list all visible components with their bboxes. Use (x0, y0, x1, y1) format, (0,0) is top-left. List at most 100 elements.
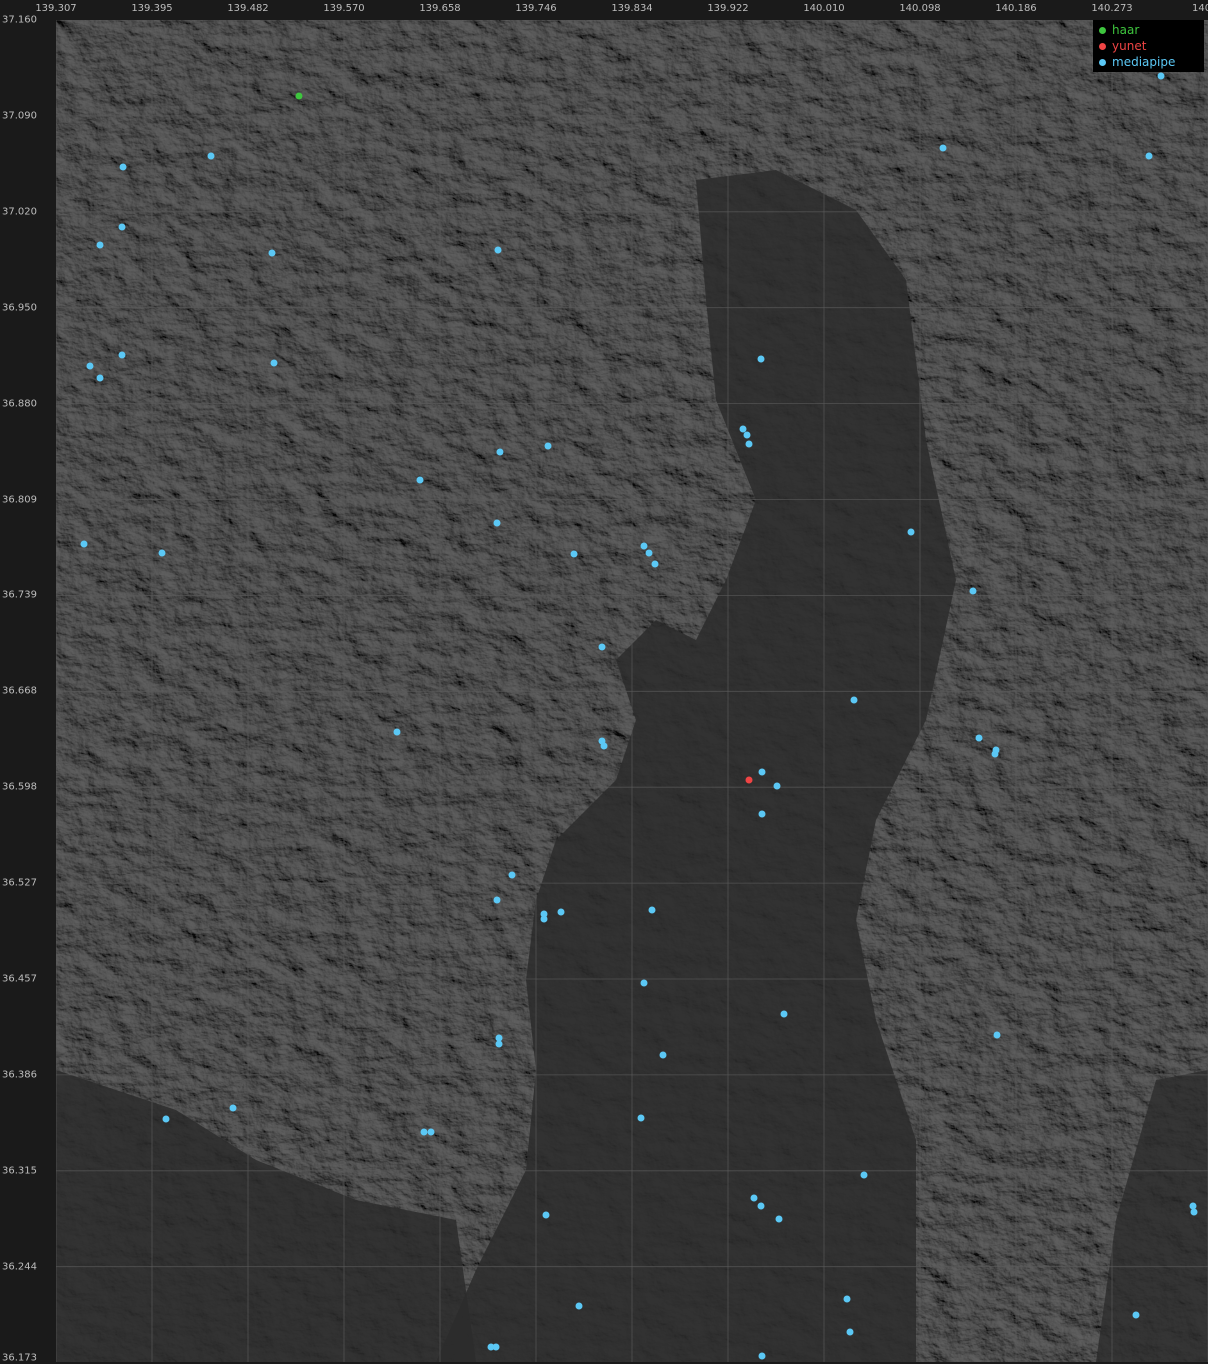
legend-item-mediapipe[interactable]: mediapipe (1097, 54, 1200, 70)
marker-mediapipe[interactable] (745, 440, 753, 448)
marker-mediapipe[interactable] (96, 374, 104, 382)
marker-mediapipe[interactable] (268, 249, 276, 257)
latitude-tick-label: 36.386 (2, 1069, 37, 1081)
marker-mediapipe[interactable] (158, 549, 166, 557)
legend: haar yunet mediapipe (1093, 20, 1204, 72)
marker-mediapipe[interactable] (850, 696, 858, 704)
marker-haar[interactable] (295, 92, 303, 100)
marker-yunet[interactable] (745, 776, 753, 784)
latitude-tick-label: 36.809 (2, 494, 37, 505)
latitude-tick-label: 37.020 (2, 206, 37, 218)
longitude-tick-label: 140.098 (899, 3, 941, 14)
marker-mediapipe[interactable] (495, 1040, 503, 1048)
marker-mediapipe[interactable] (598, 643, 606, 651)
marker-mediapipe[interactable] (659, 1051, 667, 1059)
legend-dot-haar (1099, 26, 1106, 34)
marker-mediapipe[interactable] (843, 1295, 851, 1303)
longitude-tick-label: 139.482 (227, 3, 269, 14)
legend-label-mediapipe: mediapipe (1112, 55, 1176, 69)
marker-mediapipe[interactable] (229, 1104, 237, 1112)
longitude-tick-label: 139.307 (35, 3, 77, 14)
marker-mediapipe[interactable] (939, 144, 947, 152)
latitude-tick-label: 36.527 (2, 877, 37, 889)
marker-mediapipe[interactable] (758, 1352, 766, 1360)
latitude-tick-label: 36.739 (2, 589, 37, 601)
legend-label-haar: haar (1112, 23, 1140, 37)
marker-mediapipe[interactable] (640, 979, 648, 987)
marker-mediapipe[interactable] (645, 549, 653, 557)
marker-mediapipe[interactable] (975, 734, 983, 742)
latitude-tick-label: 36.950 (2, 302, 37, 314)
legend-item-yunet[interactable]: yunet (1097, 38, 1200, 54)
longitude-tick-label: 139.922 (707, 3, 749, 14)
marker-mediapipe[interactable] (270, 359, 278, 367)
marker-mediapipe[interactable] (780, 1010, 788, 1018)
latitude-tick-label: 36.598 (2, 781, 37, 793)
marker-mediapipe[interactable] (758, 810, 766, 818)
latitude-tick-label: 36.315 (2, 1165, 37, 1177)
marker-mediapipe[interactable] (119, 163, 127, 171)
marker-mediapipe[interactable] (416, 476, 424, 484)
longitude-tick-label: 139.658 (419, 3, 461, 14)
marker-mediapipe[interactable] (600, 742, 608, 750)
latitude-tick-label: 37.090 (2, 110, 37, 122)
marker-mediapipe[interactable] (758, 768, 766, 776)
marker-mediapipe[interactable] (207, 152, 215, 160)
graticule (56, 20, 1208, 1362)
marker-mediapipe[interactable] (1157, 72, 1165, 80)
marker-mediapipe[interactable] (743, 431, 751, 439)
marker-mediapipe[interactable] (80, 540, 88, 548)
marker-mediapipe[interactable] (773, 782, 781, 790)
latitude-tick-label: 37.160 (2, 14, 37, 26)
marker-mediapipe[interactable] (544, 442, 552, 450)
marker-mediapipe[interactable] (750, 1194, 758, 1202)
marker-mediapipe[interactable] (1145, 152, 1153, 160)
marker-mediapipe[interactable] (496, 448, 504, 456)
legend-item-haar[interactable]: haar (1097, 22, 1200, 38)
longitude-tick-label: 139.570 (323, 3, 365, 14)
longitude-tick-label: 139.395 (131, 3, 173, 14)
marker-mediapipe[interactable] (393, 728, 401, 736)
map-area[interactable] (56, 20, 1208, 1362)
marker-mediapipe[interactable] (508, 871, 516, 879)
marker-mediapipe[interactable] (640, 542, 648, 550)
marker-mediapipe[interactable] (846, 1328, 854, 1336)
marker-mediapipe[interactable] (991, 750, 999, 758)
marker-mediapipe[interactable] (757, 1202, 765, 1210)
marker-mediapipe[interactable] (96, 241, 104, 249)
legend-dot-yunet (1099, 42, 1106, 50)
latitude-tick-label: 36.457 (2, 973, 37, 985)
marker-mediapipe[interactable] (575, 1302, 583, 1310)
marker-mediapipe[interactable] (118, 351, 126, 359)
marker-mediapipe[interactable] (1132, 1311, 1140, 1319)
marker-mediapipe[interactable] (739, 425, 747, 433)
marker-mediapipe[interactable] (993, 1031, 1001, 1039)
marker-mediapipe[interactable] (557, 908, 565, 916)
marker-mediapipe[interactable] (427, 1128, 435, 1136)
marker-mediapipe[interactable] (162, 1115, 170, 1123)
marker-mediapipe[interactable] (570, 550, 578, 558)
marker-mediapipe[interactable] (651, 560, 659, 568)
marker-mediapipe[interactable] (907, 528, 915, 536)
longitude-tick-label: 140.010 (803, 3, 845, 14)
marker-mediapipe[interactable] (86, 362, 94, 370)
longitude-tick-label: 139.746 (515, 3, 557, 14)
marker-mediapipe[interactable] (1190, 1208, 1198, 1216)
marker-mediapipe[interactable] (542, 1211, 550, 1219)
marker-mediapipe[interactable] (775, 1215, 783, 1223)
marker-mediapipe[interactable] (540, 915, 548, 923)
longitude-tick-label: 139.834 (611, 3, 653, 14)
marker-mediapipe[interactable] (637, 1114, 645, 1122)
legend-dot-mediapipe (1099, 58, 1106, 66)
marker-mediapipe[interactable] (493, 896, 501, 904)
legend-label-yunet: yunet (1112, 39, 1147, 53)
marker-mediapipe[interactable] (494, 246, 502, 254)
marker-mediapipe[interactable] (860, 1171, 868, 1179)
marker-mediapipe[interactable] (757, 355, 765, 363)
latitude-tick-label: 36.244 (2, 1261, 37, 1273)
marker-mediapipe[interactable] (648, 906, 656, 914)
marker-mediapipe[interactable] (492, 1343, 500, 1351)
marker-mediapipe[interactable] (493, 519, 501, 527)
marker-mediapipe[interactable] (118, 223, 126, 231)
marker-mediapipe[interactable] (969, 587, 977, 595)
